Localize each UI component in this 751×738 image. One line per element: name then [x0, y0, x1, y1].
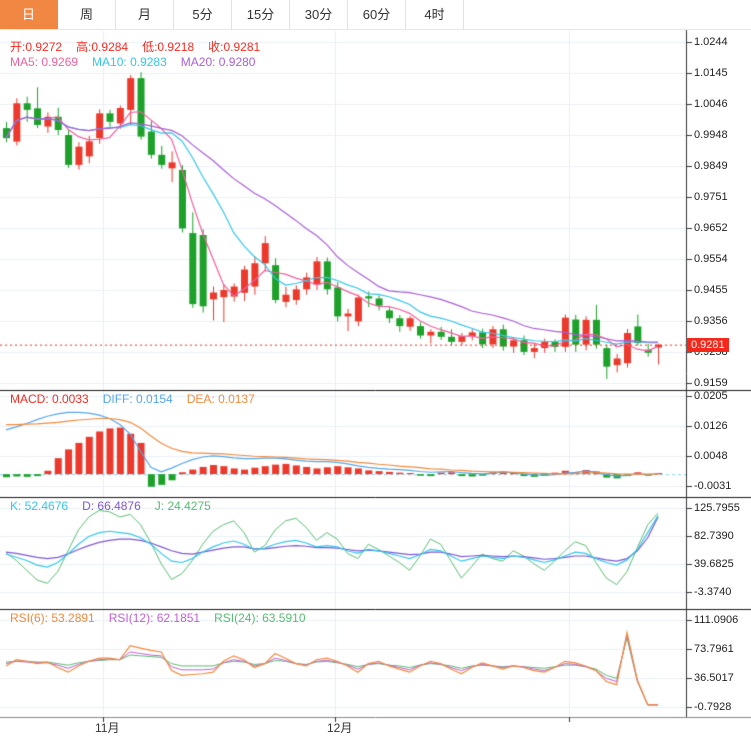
tab-period-7[interactable]: 4时 [406, 0, 464, 29]
macd-axis-tick-0: 0.0205 [694, 390, 728, 402]
rsi-item-2: RSI(24): 63.5910 [214, 611, 306, 625]
kdj-item-1: D: 66.4876 [82, 499, 141, 513]
macd-item-1: DIFF: 0.0154 [102, 392, 173, 406]
chart-canvas [0, 0, 751, 738]
rsi-axis-tick-1: 73.7961 [694, 643, 734, 655]
rsi-header: RSI(6): 53.2891 RSI(12): 62.1851 RSI(24): … [10, 611, 320, 625]
ma-item-2: MA20: 0.9280 [180, 55, 256, 69]
ohlc-item-1: 高:0.9284 [76, 40, 129, 54]
macd-item-0: MACD: 0.0033 [10, 392, 89, 406]
macd-item-2: DEA: 0.0137 [186, 392, 255, 406]
main-axis-tick-9: 0.9356 [694, 315, 728, 327]
macd-axis-tick-2: 0.0048 [694, 450, 728, 462]
macd-axis-tick-1: 0.0126 [694, 420, 728, 432]
tab-period-2[interactable]: 月 [116, 0, 174, 29]
tab-period-6[interactable]: 60分 [348, 0, 406, 29]
rsi-item-0: RSI(6): 53.2891 [10, 611, 95, 625]
ma-item-0: MA5: 0.9269 [10, 55, 79, 69]
tab-period-4[interactable]: 15分 [232, 0, 290, 29]
main-axis-tick-2: 1.0046 [694, 98, 728, 110]
ohlc-item-2: 低:0.9218 [142, 40, 195, 54]
macd-header: MACD: 0.0033 DIFF: 0.0154 DEA: 0.0137 [10, 392, 269, 406]
main-axis-tick-11: 0.9159 [694, 377, 728, 389]
main-axis-tick-7: 0.9554 [694, 253, 728, 265]
tab-period-3[interactable]: 5分 [174, 0, 232, 29]
current-price-tag: 0.9281 [687, 338, 729, 352]
ma-item-1: MA10: 0.9283 [92, 55, 167, 69]
main-axis-tick-5: 0.9751 [694, 191, 728, 203]
main-axis-tick-6: 0.9652 [694, 222, 728, 234]
x-axis-month-1: 12月 [327, 721, 353, 735]
main-axis-tick-4: 0.9849 [694, 160, 728, 172]
kdj-axis-tick-3: -3.3740 [694, 586, 732, 598]
kdj-header: K: 52.4676 D: 66.4876 J: 24.4275 [10, 499, 225, 513]
ohlc-item-0: 开:0.9272 [10, 40, 63, 54]
ohlc-item-3: 收:0.9281 [208, 40, 261, 54]
rsi-axis-tick-0: 111.0906 [694, 614, 739, 626]
ohlc-header: 开:0.9272 高:0.9284 低:0.9218 收:0.9281 [10, 38, 274, 55]
macd-axis-tick-3: -0.0031 [694, 480, 732, 492]
rsi-axis-tick-3: -0.7928 [694, 701, 732, 713]
rsi-axis-tick-2: 36.5017 [694, 672, 734, 684]
tab-period-0[interactable]: 日 [0, 0, 58, 29]
main-axis-tick-3: 0.9948 [694, 129, 728, 141]
kdj-item-0: K: 52.4676 [10, 499, 69, 513]
trading-chart-app: 日周月 5分 15分 30分 60分 4时 开:0.9272 高:0.9284 低:0.921… [0, 0, 751, 738]
rsi-item-1: RSI(12): 62.1851 [108, 611, 201, 625]
kdj-axis-tick-0: 125.7955 [694, 502, 740, 514]
kdj-axis-tick-2: 39.6825 [694, 558, 734, 570]
kdj-axis-tick-1: 82.7390 [694, 530, 734, 542]
period-tabbar: 日周月 5分 15分 30分 60分 4时 [0, 0, 751, 30]
main-axis-tick-1: 1.0145 [694, 67, 728, 79]
main-axis-tick-0: 1.0244 [694, 36, 728, 48]
main-axis-tick-8: 0.9455 [694, 284, 728, 296]
ma-header: MA5: 0.9269 MA10: 0.9283 MA20: 0.9280 [10, 55, 269, 69]
tab-period-5[interactable]: 30分 [290, 0, 348, 29]
kdj-item-2: J: 24.4275 [154, 499, 211, 513]
tab-period-1[interactable]: 周 [58, 0, 116, 29]
x-axis-month-0: 11月 [95, 721, 120, 735]
